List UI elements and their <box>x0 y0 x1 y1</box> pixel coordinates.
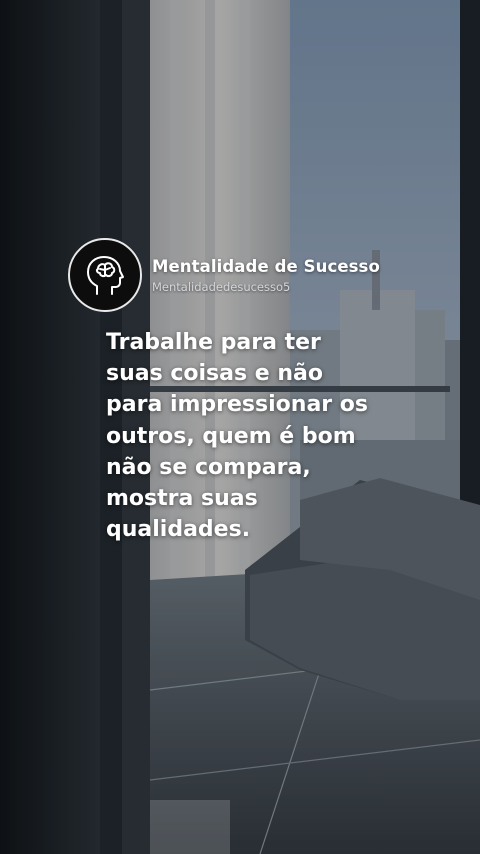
quote-text: Trabalhe para ter suas coisas e não para… <box>106 327 406 545</box>
quote-line: qualidades. <box>106 517 251 543</box>
post-frame: Mentalidade de Sucesso Mentalidadedesuce… <box>0 0 480 854</box>
quote-line: mostra suas <box>106 486 258 512</box>
quote-line: outros, quem é bom <box>106 423 356 449</box>
quote-line: suas coisas e não <box>106 361 323 387</box>
avatar[interactable] <box>68 238 142 312</box>
profile-handle[interactable]: Mentalidadedesucesso5 <box>152 280 380 294</box>
quote-line: para impressionar os <box>106 392 369 418</box>
profile-name[interactable]: Mentalidade de Sucesso <box>152 257 380 276</box>
quote-line: Trabalhe para ter <box>106 330 321 355</box>
brain-head-icon <box>87 256 124 295</box>
quote-line: não se compara, <box>106 454 311 480</box>
profile-header: Mentalidade de Sucesso Mentalidadedesuce… <box>68 238 380 312</box>
